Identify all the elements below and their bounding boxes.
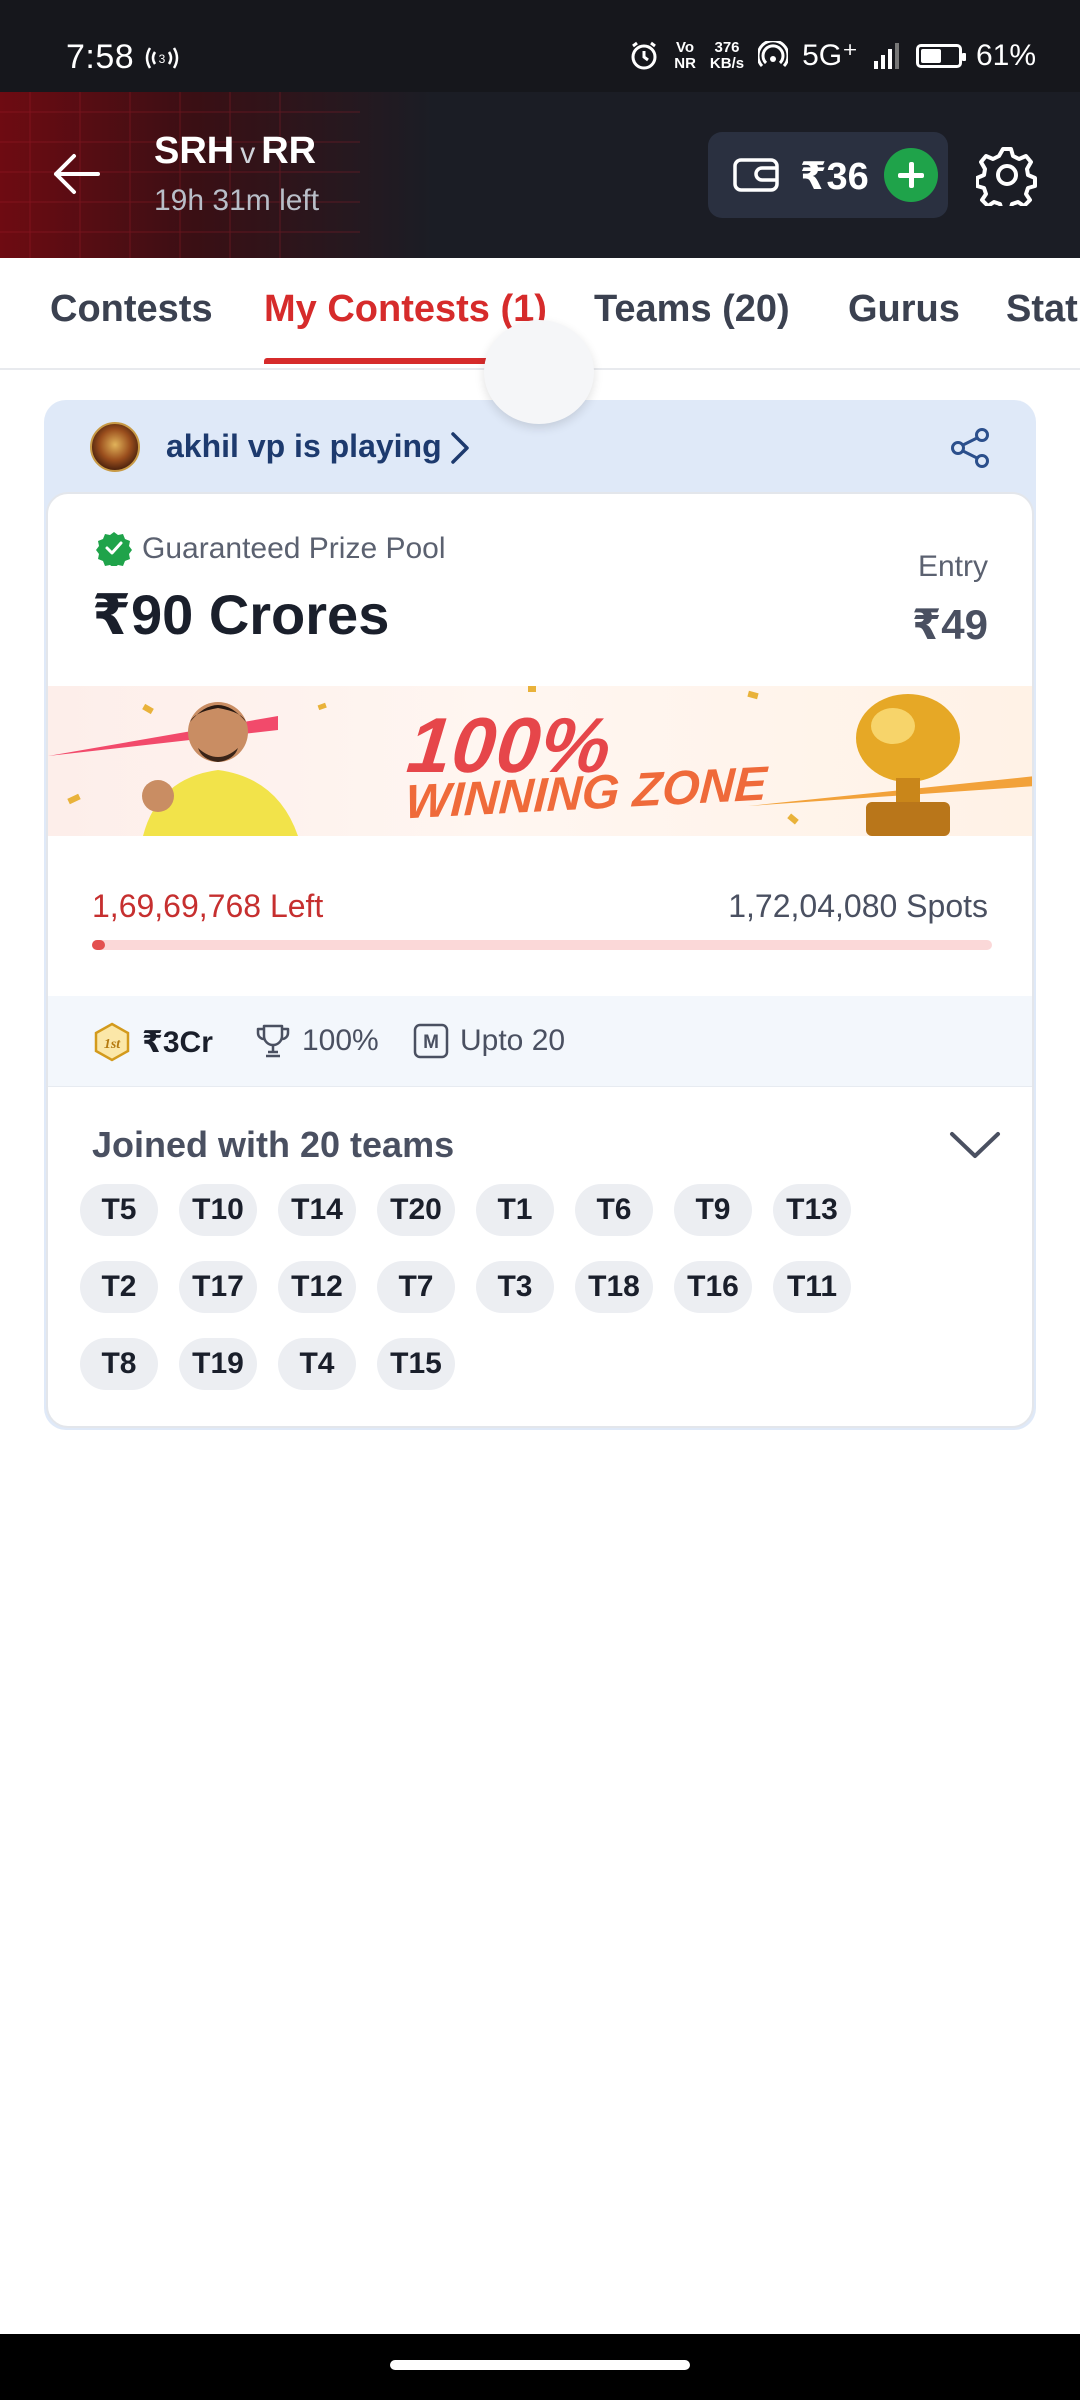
back-arrow-icon[interactable] (48, 146, 104, 202)
tab-contests[interactable]: Contests (50, 288, 213, 331)
team-chip[interactable]: T5 (80, 1184, 158, 1236)
joined-teams-label: Joined with 20 teams (92, 1124, 455, 1165)
team-chip[interactable]: T14 (278, 1184, 356, 1236)
team-chip[interactable]: T3 (476, 1261, 554, 1313)
guaranteed-check-icon (96, 532, 132, 566)
contest-stats-row: 1st ₹3Cr 100% M Upto 20 (48, 996, 1032, 1087)
trophy-icon (256, 1024, 290, 1058)
chevron-down-icon[interactable] (948, 1128, 1002, 1162)
tab-teams[interactable]: Teams (20) (594, 288, 790, 331)
hotspot-icon: 3 (145, 47, 179, 69)
avatar (90, 422, 140, 472)
tab-my-contests[interactable]: My Contests (1) (264, 288, 547, 331)
wallet-icon (733, 158, 779, 192)
first-prize-stat: 1st ₹3Cr (92, 1022, 213, 1062)
battery-icon (915, 43, 966, 68)
max-teams: Upto 20 (460, 1024, 566, 1057)
team-chip[interactable]: T19 (179, 1338, 257, 1390)
first-prize-medal-icon: 1st (94, 1022, 130, 1062)
max-teams-stat: M Upto 20 (412, 1022, 565, 1060)
share-icon[interactable] (948, 426, 992, 470)
status-time: 7:58 (66, 38, 135, 76)
team-a: SRH (154, 130, 235, 172)
team-chip[interactable]: T16 (674, 1261, 752, 1313)
spots-progress-bar (92, 940, 992, 950)
team-chip[interactable]: T8 (80, 1338, 158, 1390)
team-chip[interactable]: T18 (575, 1261, 653, 1313)
svg-text:1st: 1st (104, 1037, 121, 1052)
network-speed: 376 KB/s (709, 38, 745, 72)
signal-icon (873, 42, 899, 69)
entry-label: Entry (917, 550, 988, 583)
status-right: Vo NR 376 KB/s 5G⁺ 61% (628, 38, 1036, 73)
winning-percent-stat: 100% (254, 1022, 379, 1060)
svg-text:M: M (423, 1032, 439, 1053)
tab-gurus[interactable]: Gurus (848, 288, 960, 331)
guaranteed-label: Guaranteed Prize Pool (142, 532, 446, 565)
team-chip[interactable]: T7 (377, 1261, 455, 1313)
spots-progress-fill (92, 940, 105, 950)
team-chip[interactable]: T20 (377, 1184, 455, 1236)
add-cash-button[interactable] (884, 148, 938, 202)
first-prize-value: ₹3Cr (142, 1025, 213, 1059)
max-teams-icon: M (413, 1023, 449, 1059)
settings-gear-icon[interactable] (976, 144, 1038, 206)
chevron-right-icon (451, 432, 469, 464)
player-playing-text: akhil vp is playing (166, 428, 442, 464)
team-chip[interactable]: T17 (179, 1261, 257, 1313)
home-gesture-pill[interactable] (390, 2360, 690, 2370)
versus-label: v (240, 137, 256, 170)
prize-pool: ₹90 Crores (92, 583, 390, 646)
wallet-balance: ₹36 (800, 156, 869, 198)
team-chip[interactable]: T13 (773, 1184, 851, 1236)
team-chip[interactable]: T1 (476, 1184, 554, 1236)
team-chip[interactable]: T15 (377, 1338, 455, 1390)
battery-percent: 61% (975, 38, 1036, 72)
team-chip[interactable]: T10 (179, 1184, 257, 1236)
match-title: SRH v RR (154, 130, 316, 173)
alarm-icon (631, 41, 657, 69)
tab-stats[interactable]: Stat (1006, 288, 1078, 331)
contest-card[interactable]: Guaranteed Prize Pool ₹90 Crores Entry ₹… (46, 492, 1034, 1428)
team-chip[interactable]: T9 (674, 1184, 752, 1236)
winning-zone-banner: 100% WINNING ZONE (48, 686, 1032, 836)
total-spots: 1,72,04,080 Spots (728, 888, 988, 924)
pull-refresh-indicator (484, 320, 594, 424)
winning-percent: 100% (302, 1024, 379, 1057)
navigation-bar (0, 2334, 1080, 2400)
match-header: SRH v RR 19h 31m left ₹36 (0, 92, 1080, 258)
team-chip[interactable]: T11 (773, 1261, 851, 1313)
team-chip[interactable]: T2 (80, 1261, 158, 1313)
team-chip[interactable]: T6 (575, 1184, 653, 1236)
svg-text:3: 3 (159, 52, 166, 66)
time-left: 19h 31m left (154, 184, 320, 217)
wallet-button[interactable]: ₹36 (708, 132, 948, 218)
team-b: RR (261, 130, 317, 172)
hotspot-wifi-icon (758, 40, 789, 67)
status-bar: 7:58 3 Vo NR 376 KB/s 5G⁺ 61% (0, 0, 1080, 92)
vonr-indicator: Vo NR (674, 38, 696, 72)
team-chip[interactable]: T4 (278, 1338, 356, 1390)
team-chip[interactable]: T12 (278, 1261, 356, 1313)
spots-left: 1,69,69,768 Left (92, 888, 324, 924)
entry-fee: ₹49 (912, 601, 988, 648)
network-type: 5G⁺ (802, 39, 858, 72)
